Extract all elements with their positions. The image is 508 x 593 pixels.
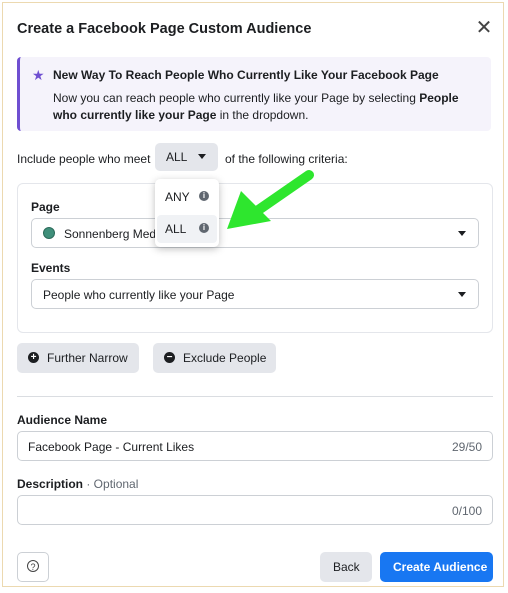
notice-body-suffix: in the dropdown. — [216, 108, 309, 122]
help-button[interactable]: ? — [17, 552, 49, 582]
page-select-value: Sonnenberg Medi — [64, 227, 159, 241]
info-icon[interactable]: i — [199, 191, 209, 201]
criteria-prefix: Include people who meet — [17, 152, 151, 166]
description-input[interactable]: 0/100 — [17, 495, 493, 525]
help-icon: ? — [27, 560, 39, 572]
plus-icon: + — [28, 352, 39, 363]
audience-name-counter: 29/50 — [451, 440, 482, 454]
dialog: Create a Facebook Page Custom Audience ✕… — [2, 2, 504, 587]
events-label: Events — [31, 261, 71, 275]
create-audience-label: Create Audience — [393, 560, 488, 574]
description-label: Description · Optional — [17, 477, 138, 491]
exclude-people-label: Exclude People — [183, 351, 267, 365]
page-label: Page — [31, 200, 60, 214]
notice-body: Now you can reach people who currently l… — [53, 90, 483, 124]
dropdown-option-label: ANY — [165, 190, 190, 204]
divider — [17, 396, 493, 397]
page-avatar-icon — [43, 227, 55, 239]
description-counter: 0/100 — [451, 504, 482, 518]
further-narrow-button[interactable]: + Further Narrow — [17, 343, 139, 373]
chevron-down-icon — [458, 231, 466, 236]
create-audience-button[interactable]: Create Audience — [380, 552, 493, 582]
dropdown-option-all[interactable]: ALL i — [157, 215, 217, 243]
notice-body-text: Now you can reach people who currently l… — [53, 91, 420, 105]
star-icon: ★ — [32, 67, 45, 83]
dropdown-option-any[interactable]: ANY i — [157, 183, 217, 211]
info-icon[interactable]: i — [199, 223, 209, 233]
back-label: Back — [333, 560, 360, 574]
criteria-select-value: ALL — [166, 150, 188, 164]
audience-name-label: Audience Name — [17, 413, 108, 427]
chevron-down-icon — [198, 154, 206, 159]
audience-name-input[interactable]: Facebook Page - Current Likes 29/50 — [17, 431, 493, 461]
notice-banner: ★ New Way To Reach People Who Currently … — [17, 57, 491, 131]
description-optional: · Optional — [83, 477, 139, 491]
back-button[interactable]: Back — [320, 552, 372, 582]
minus-icon: − — [164, 352, 175, 363]
notice-title: New Way To Reach People Who Currently Li… — [53, 68, 439, 82]
criteria-dropdown-menu: ANY i ALL i — [155, 179, 219, 247]
audience-name-value: Facebook Page - Current Likes — [28, 440, 195, 454]
dropdown-option-label: ALL — [165, 222, 187, 236]
events-select[interactable]: People who currently like your Page — [31, 279, 479, 309]
dialog-title: Create a Facebook Page Custom Audience — [17, 21, 312, 37]
criteria-select[interactable]: ALL — [155, 143, 218, 171]
chevron-down-icon — [458, 292, 466, 297]
green-arrow-annotation — [227, 170, 314, 229]
description-label-text: Description — [17, 477, 84, 491]
further-narrow-label: Further Narrow — [47, 351, 128, 365]
criteria-suffix: of the following criteria: — [225, 152, 348, 166]
events-select-value: People who currently like your Page — [43, 288, 235, 302]
exclude-people-button[interactable]: − Exclude People — [153, 343, 276, 373]
close-icon[interactable]: ✕ — [473, 17, 495, 39]
